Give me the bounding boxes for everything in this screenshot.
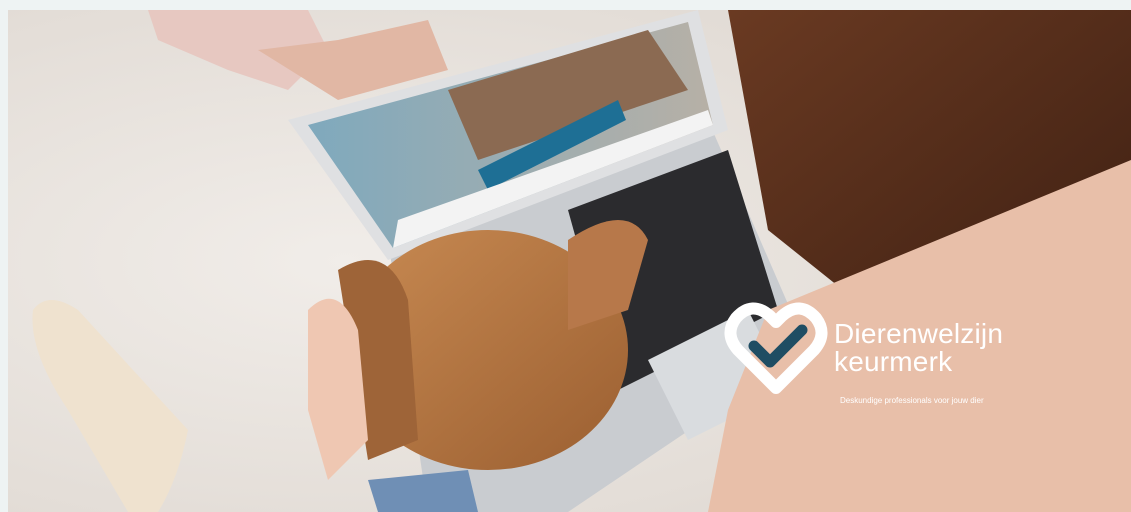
brand-name: Dierenwelzijn keurmerk	[834, 320, 1003, 376]
brand-tagline: Deskundige professionals voor jouw dier	[840, 396, 984, 405]
brand-name-line1: Dierenwelzijn	[834, 318, 1004, 349]
heart-check-icon	[724, 302, 828, 394]
hero-banner: Dierenwelzijn keurmerk Deskundige profes…	[8, 10, 1131, 512]
brand-logo: Dierenwelzijn keurmerk Deskundige profes…	[724, 300, 1054, 410]
hero-photo	[8, 10, 1131, 512]
brand-name-line2: keurmerk	[834, 346, 953, 377]
